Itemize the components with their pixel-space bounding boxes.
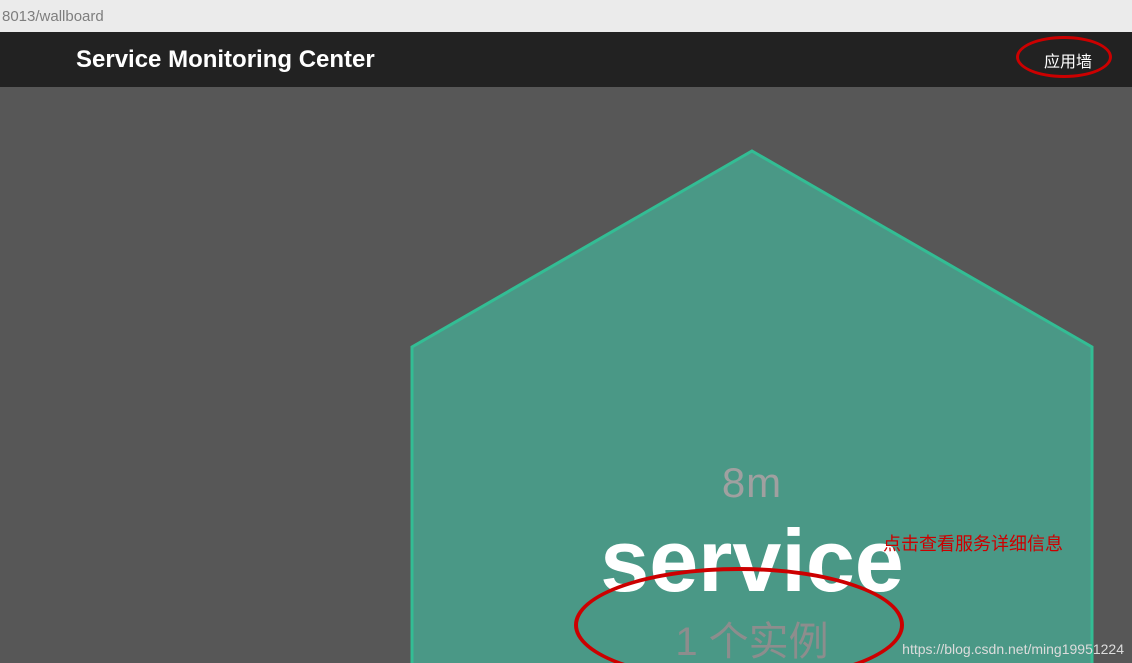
browser-address-bar[interactable]: 8013/wallboard <box>0 0 1132 32</box>
page-title: Service Monitoring Center <box>76 46 375 74</box>
nav-link-wrap: 应用墙 <box>1044 48 1092 72</box>
watermark-text: https://blog.csdn.net/ming19951224 <box>902 641 1124 657</box>
url-path: 8013/wallboard <box>2 8 104 25</box>
wallboard-area: 8m service 1 个实例 点击查看服务详细信息 https://blog… <box>0 87 1132 663</box>
wallboard-nav-link[interactable]: 应用墙 <box>1044 54 1092 71</box>
annotation-text: 点击查看服务详细信息 <box>883 530 1063 556</box>
app-header: Service Monitoring Center 应用墙 <box>0 32 1132 87</box>
hexagon-shape <box>412 151 1092 663</box>
service-hexagon[interactable] <box>408 147 1096 663</box>
